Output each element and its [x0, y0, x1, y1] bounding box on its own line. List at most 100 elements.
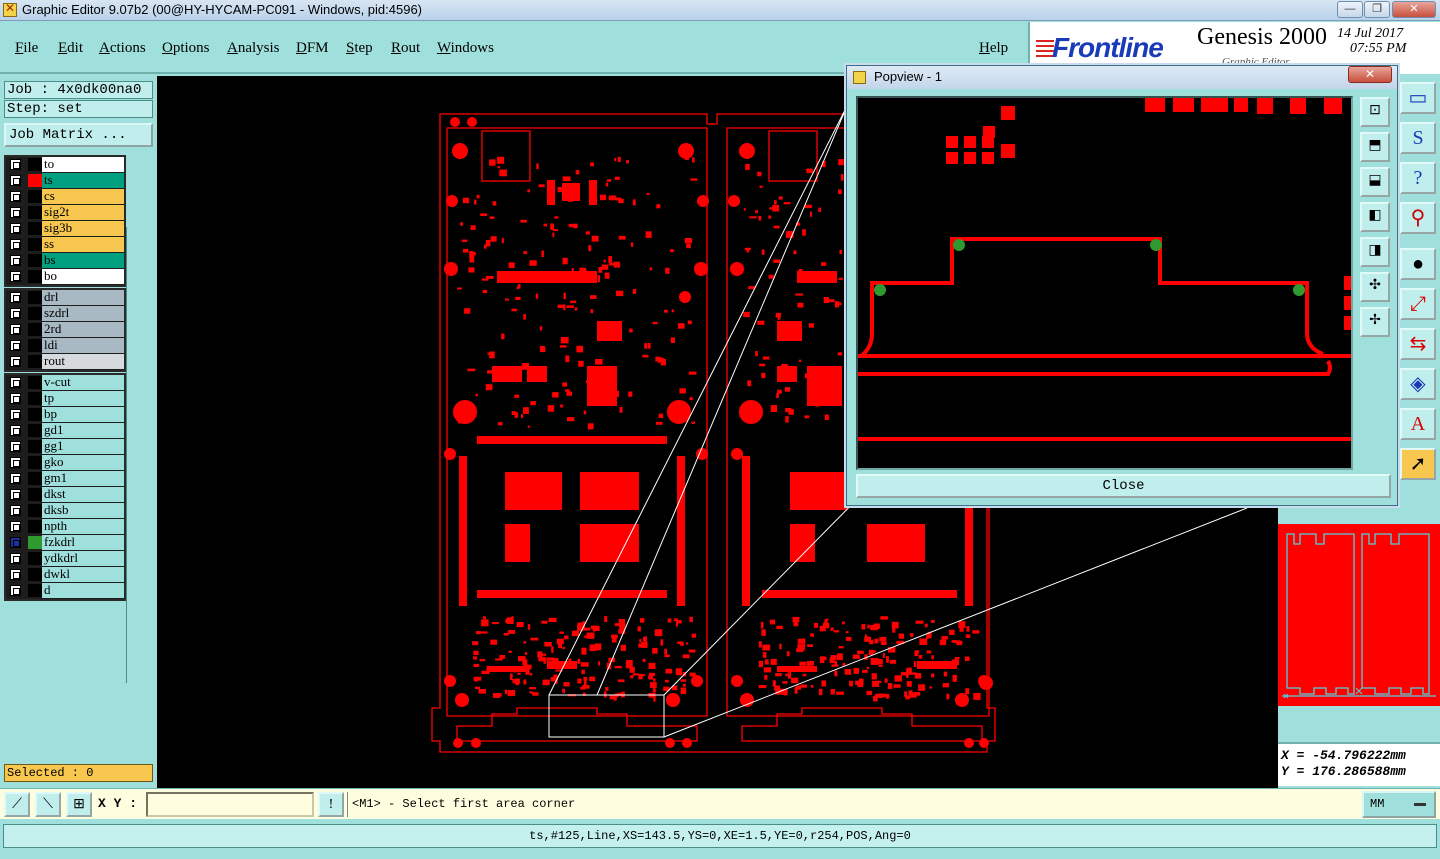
arc-icon[interactable]: A	[1400, 408, 1436, 440]
popview-close-button[interactable]: Close	[856, 474, 1391, 498]
layer-name[interactable]: tp	[42, 391, 124, 406]
layer-color-swatch[interactable]	[28, 254, 42, 267]
layer-color-swatch[interactable]	[28, 174, 42, 187]
pad-icon[interactable]: ●	[1400, 248, 1436, 280]
layer-checkbox[interactable]	[10, 441, 21, 452]
layer-checkbox[interactable]	[10, 537, 21, 548]
layer-name[interactable]: to	[42, 157, 124, 172]
layer-color-swatch[interactable]	[28, 536, 42, 549]
layer-color-swatch[interactable]	[28, 238, 42, 251]
layer-name[interactable]: 2rd	[42, 322, 124, 337]
feature-icon[interactable]: ⚲	[1400, 202, 1436, 234]
layer-color-swatch[interactable]	[28, 323, 42, 336]
layer-checkbox[interactable]	[10, 356, 21, 367]
layer-color-swatch[interactable]	[28, 307, 42, 320]
layer-row-rout[interactable]: rout	[6, 354, 124, 370]
layer-color-swatch[interactable]	[28, 584, 42, 597]
layer-checkbox[interactable]	[10, 393, 21, 404]
layer-checkbox[interactable]	[10, 377, 21, 388]
layer-name[interactable]: rout	[42, 354, 124, 369]
layer-row-d[interactable]: d	[6, 583, 124, 599]
zoom-window-icon[interactable]: ⟋	[4, 792, 30, 817]
layer-checkbox[interactable]	[10, 340, 21, 351]
layer-row-bs[interactable]: bs	[6, 253, 124, 269]
layer-checkbox[interactable]	[10, 239, 21, 250]
layer-row-to[interactable]: to	[6, 157, 124, 173]
layer-name[interactable]: gd1	[42, 423, 124, 438]
layer-row-v-cut[interactable]: v-cut	[6, 375, 124, 391]
layer-name[interactable]: d	[42, 583, 124, 598]
layer-row-szdrl[interactable]: szdrl	[6, 306, 124, 322]
popview-pan-right-icon[interactable]: ◨	[1360, 237, 1390, 267]
flip-icon[interactable]: ⇆	[1400, 328, 1436, 360]
layer-checkbox[interactable]	[10, 324, 21, 335]
layer-name[interactable]: dksb	[42, 503, 124, 518]
layer-row-fzkdrl[interactable]: fzkdrl	[6, 535, 124, 551]
layer-checkbox[interactable]	[10, 292, 21, 303]
layer-checkbox[interactable]	[10, 521, 21, 532]
layer-row-npth[interactable]: npth	[6, 519, 124, 535]
minimize-button[interactable]: —	[1337, 1, 1363, 18]
layer-color-swatch[interactable]	[28, 190, 42, 203]
layer-name[interactable]: fzkdrl	[42, 535, 124, 550]
popview-close-x-button[interactable]: ✕	[1348, 66, 1392, 83]
layer-color-swatch[interactable]	[28, 339, 42, 352]
layer-color-swatch[interactable]	[28, 222, 42, 235]
layer-color-swatch[interactable]	[28, 424, 42, 437]
xy-input[interactable]	[146, 792, 314, 817]
popview-canvas[interactable]	[856, 96, 1353, 470]
menu-file[interactable]: File	[15, 40, 38, 57]
layer-row-2rd[interactable]: 2rd	[6, 322, 124, 338]
layer-color-swatch[interactable]	[28, 552, 42, 565]
measure-icon[interactable]: ⟍	[35, 792, 61, 817]
layer-color-swatch[interactable]	[28, 158, 42, 171]
layer-name[interactable]: ldi	[42, 338, 124, 353]
layer-checkbox[interactable]	[10, 473, 21, 484]
menu-edit[interactable]: Edit	[58, 40, 83, 57]
layer-color-swatch[interactable]	[28, 488, 42, 501]
layer-checkbox[interactable]	[10, 409, 21, 420]
popview-pan-down-icon[interactable]: ⬓	[1360, 167, 1390, 197]
select-pointer-icon[interactable]: ➚	[1400, 448, 1436, 480]
layer-name[interactable]: gko	[42, 455, 124, 470]
layer-checkbox[interactable]	[10, 223, 21, 234]
layer-color-swatch[interactable]	[28, 376, 42, 389]
layer-row-gm1[interactable]: gm1	[6, 471, 124, 487]
popview-zoom-out-icon[interactable]: ✢	[1360, 307, 1390, 337]
layer-checkbox[interactable]	[10, 585, 21, 596]
layer-row-bo[interactable]: bo	[6, 269, 124, 285]
layer-row-gko[interactable]: gko	[6, 455, 124, 471]
help-icon[interactable]: ?	[1400, 162, 1436, 194]
menu-dfm[interactable]: DFM	[296, 40, 329, 57]
layer-name[interactable]: drl	[42, 290, 124, 305]
layer-checkbox[interactable]	[10, 207, 21, 218]
layer-row-sig2t[interactable]: sig2t	[6, 205, 124, 221]
layer-color-swatch[interactable]	[28, 472, 42, 485]
layer-name[interactable]: ss	[42, 237, 124, 252]
layer-checkbox[interactable]	[10, 569, 21, 580]
menu-actions[interactable]: Actions	[99, 40, 146, 57]
layer-checkbox[interactable]	[10, 159, 21, 170]
menu-step[interactable]: Step	[346, 40, 373, 57]
units-select[interactable]: MM	[1362, 791, 1436, 818]
layer-name[interactable]: sig3b	[42, 221, 124, 236]
layer-row-drl[interactable]: drl	[6, 290, 124, 306]
layer-color-swatch[interactable]	[28, 504, 42, 517]
line-icon[interactable]: ⤢	[1400, 288, 1436, 320]
layer-name[interactable]: sig2t	[42, 205, 124, 220]
menu-help[interactable]: Help	[979, 40, 1008, 57]
layer-checkbox[interactable]	[10, 255, 21, 266]
layer-checkbox[interactable]	[10, 175, 21, 186]
layer-checkbox[interactable]	[10, 505, 21, 516]
layer-list-scrollbar[interactable]	[126, 227, 153, 683]
maximize-button[interactable]: ❐	[1364, 1, 1390, 18]
layer-row-sig3b[interactable]: sig3b	[6, 221, 124, 237]
layer-color-swatch[interactable]	[28, 408, 42, 421]
layer-color-swatch[interactable]	[28, 520, 42, 533]
layer-color-swatch[interactable]	[28, 291, 42, 304]
layer-name[interactable]: bs	[42, 253, 124, 268]
snap-icon[interactable]: S	[1400, 122, 1436, 154]
layer-row-dkst[interactable]: dkst	[6, 487, 124, 503]
layer-checkbox[interactable]	[10, 271, 21, 282]
layer-checkbox[interactable]	[10, 457, 21, 468]
